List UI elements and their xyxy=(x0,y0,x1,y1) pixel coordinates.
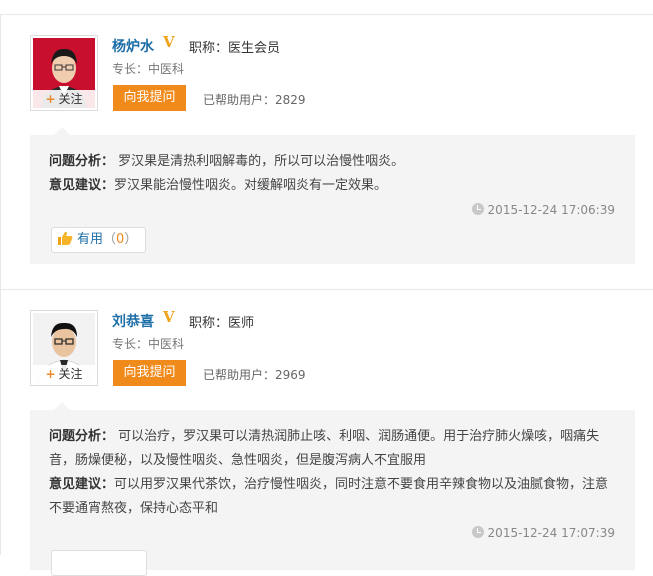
analysis-label: 问题分析： xyxy=(49,429,115,444)
helped-users-count: 已帮助用户：2829 xyxy=(203,93,306,107)
doctor-avatar-frame[interactable]: + 关注 xyxy=(30,35,98,111)
advice-text: 可以用罗汉果代茶饮，治疗慢性咽炎，同时注意不要食用辛辣食物以及油腻食物，注意不要… xyxy=(49,477,609,516)
ask-me-button[interactable]: 向我提问 xyxy=(113,360,186,386)
answers-page: + 关注 杨炉水 V 职称：医生会员 专长：中医科 向我提问 已帮助用户：2829… xyxy=(0,0,653,576)
analysis-text: 罗汉果是清热利咽解毒的，所以可以治慢性咽炎。 xyxy=(118,154,405,169)
useful-button[interactable]: 有用（0） xyxy=(51,227,147,253)
helped-users-count: 已帮助用户：2969 xyxy=(203,368,306,382)
ask-me-button[interactable]: 向我提问 xyxy=(113,85,186,111)
doctor-specialty: 专长：中医科 xyxy=(112,337,185,351)
advice-label: 意见建议： xyxy=(49,178,115,193)
doctor-avatar-frame[interactable]: + 关注 xyxy=(30,310,98,386)
verified-icon: V xyxy=(163,308,175,326)
follow-button[interactable]: + 关注 xyxy=(33,90,95,108)
answer-timestamp: 2015-12-24 17:06:39 xyxy=(471,203,615,217)
bubble-arrow xyxy=(54,402,70,410)
useful-close-paren: ） xyxy=(124,232,138,247)
analysis-row: 问题分析： 罗汉果是清热利咽解毒的，所以可以治慢性咽炎。 xyxy=(49,150,619,174)
follow-label: 关注 xyxy=(58,367,83,381)
timestamp-text: 2015-12-24 17:06:39 xyxy=(487,203,615,217)
useful-label: 有用 xyxy=(77,232,104,247)
doctor-name[interactable]: 刘恭喜 xyxy=(112,311,154,331)
analysis-label: 问题分析： xyxy=(49,154,115,169)
timestamp-text: 2015-12-24 17:07:39 xyxy=(487,526,615,540)
doctor-specialty: 专长：中医科 xyxy=(112,62,185,76)
advice-row: 意见建议：可以用罗汉果代茶饮，治疗慢性咽炎，同时注意不要食用辛辣食物以及油腻食物… xyxy=(49,473,619,521)
analysis-text: 可以治疗，罗汉果可以清热润肺止咳、利咽、润肠通便。用于治疗肺火燥咳，咽痛失音，肠… xyxy=(49,429,600,468)
divider xyxy=(0,14,1,555)
bubble-arrow xyxy=(54,127,70,135)
useful-open-paren: （ xyxy=(103,232,117,247)
answer-bubble: 问题分析： 罗汉果是清热利咽解毒的，所以可以治慢性咽炎。 意见建议：罗汉果能治慢… xyxy=(30,135,635,264)
answer-timestamp: 2015-12-24 17:07:39 xyxy=(471,526,615,540)
thumbs-up-icon xyxy=(58,231,73,245)
plus-icon: + xyxy=(45,92,56,106)
advice-row: 意见建议：罗汉果能治慢性咽炎。对缓解咽炎有一定效果。 xyxy=(49,174,619,198)
divider xyxy=(0,14,653,15)
follow-label: 关注 xyxy=(58,92,83,106)
clock-icon xyxy=(471,203,484,215)
follow-button[interactable]: + 关注 xyxy=(33,365,95,383)
advice-text: 罗汉果能治慢性咽炎。对缓解咽炎有一定效果。 xyxy=(114,178,388,193)
advice-label: 意见建议： xyxy=(49,477,115,492)
doctor-title: 职称：医生会员 xyxy=(189,41,281,56)
divider xyxy=(0,289,653,290)
verified-icon: V xyxy=(163,33,175,51)
useful-button[interactable] xyxy=(51,550,147,576)
doctor-name[interactable]: 杨炉水 xyxy=(112,36,154,56)
plus-icon: + xyxy=(45,367,56,381)
analysis-row: 问题分析： 可以治疗，罗汉果可以清热润肺止咳、利咽、润肠通便。用于治疗肺火燥咳，… xyxy=(49,425,619,473)
answer-bubble: 问题分析： 可以治疗，罗汉果可以清热润肺止咳、利咽、润肠通便。用于治疗肺火燥咳，… xyxy=(30,410,635,576)
clock-icon xyxy=(471,526,484,538)
doctor-title: 职称：医师 xyxy=(189,316,255,331)
